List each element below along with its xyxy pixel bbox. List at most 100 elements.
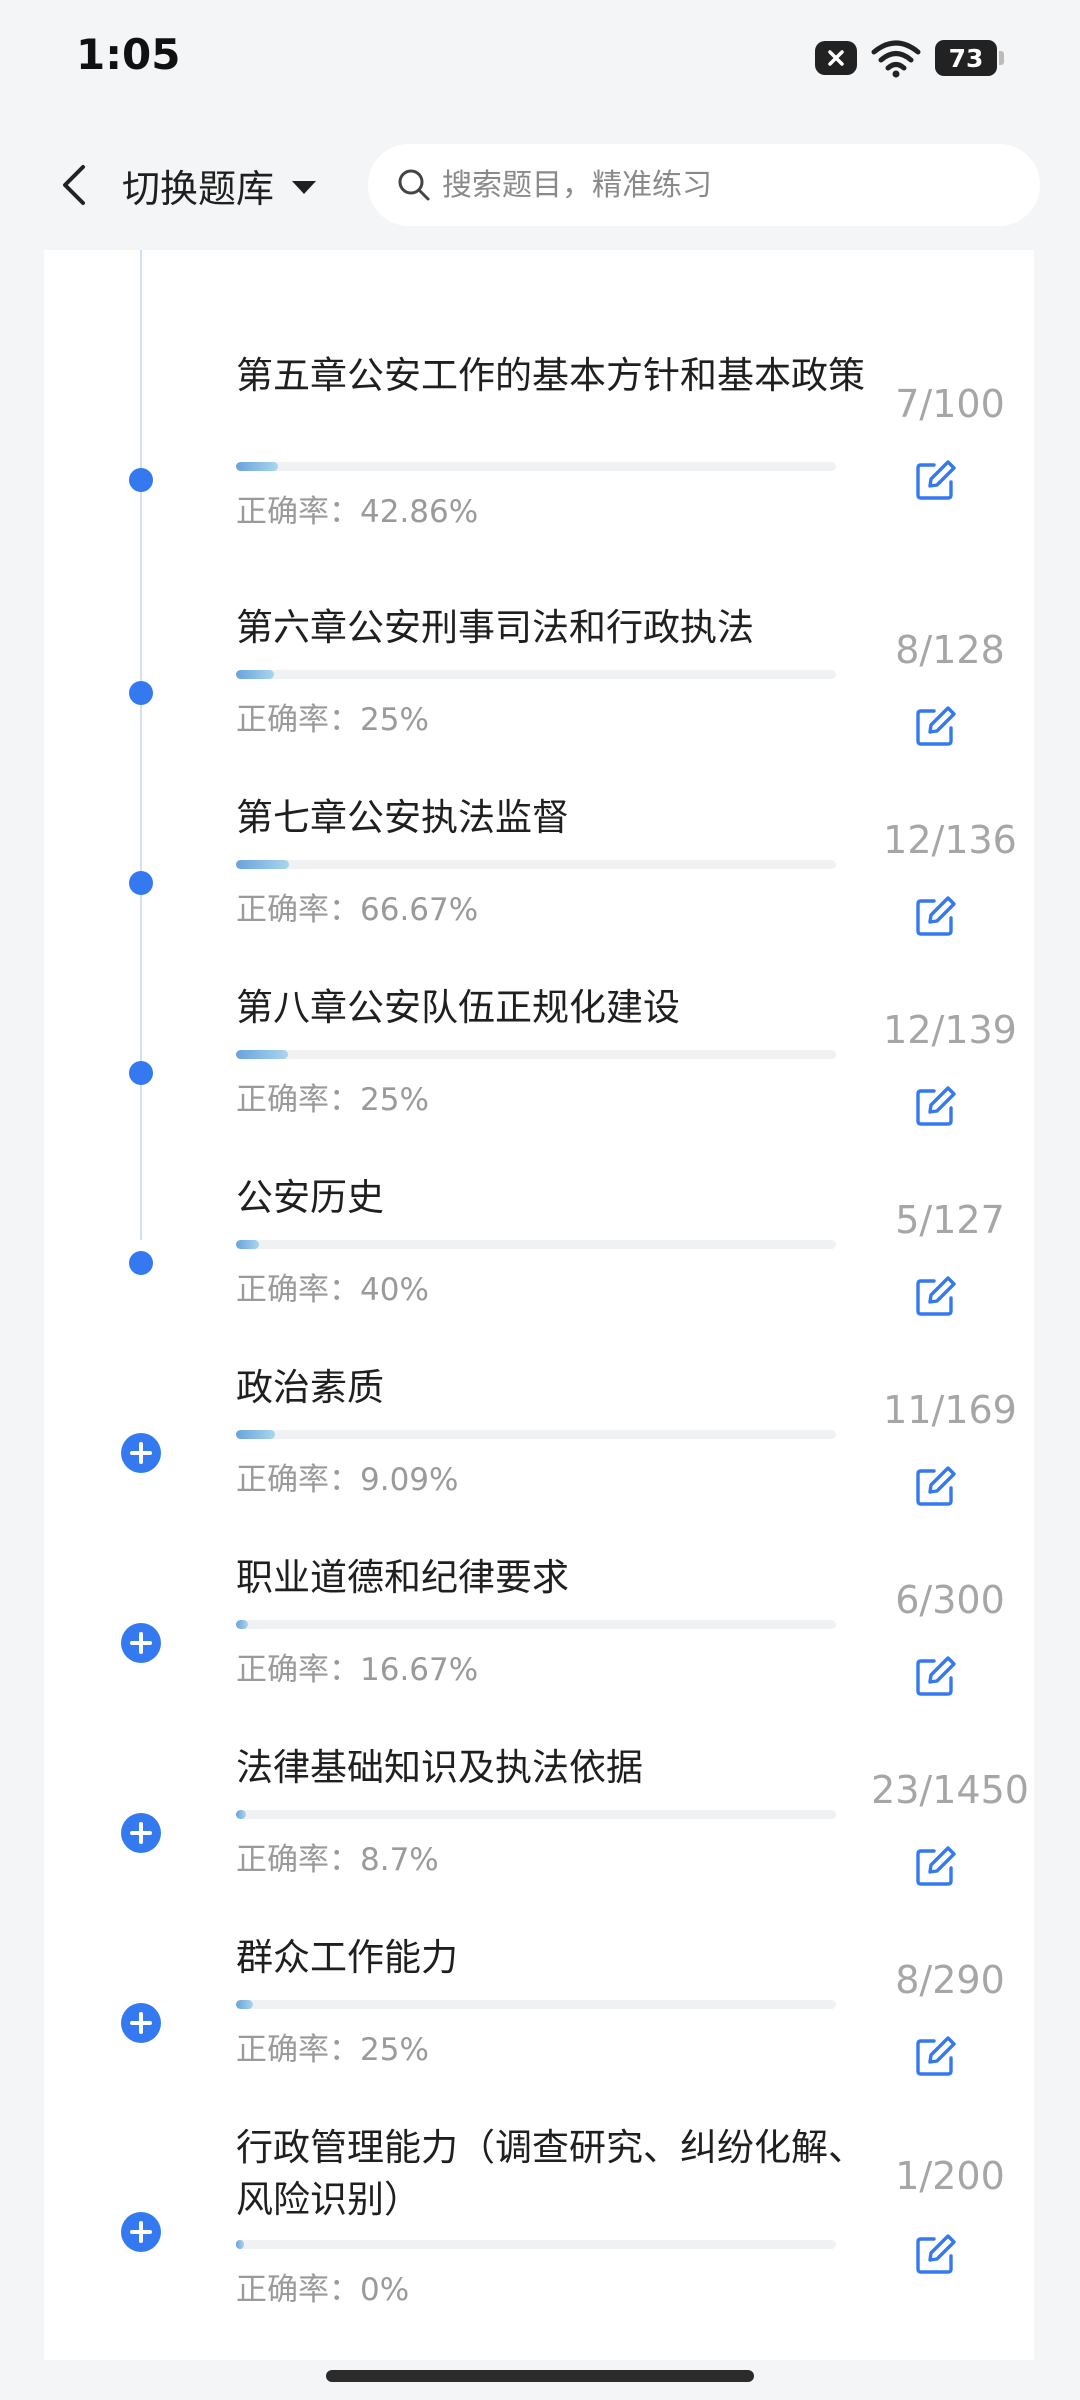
chapter-row[interactable]: 职业道德和纪律要求 正确率：16.67% 6/300	[44, 1552, 1034, 1732]
chapter-title: 公安历史	[236, 1176, 384, 1219]
edit-icon[interactable]	[912, 1084, 958, 1130]
chapter-row[interactable]: 群众工作能力 正确率：25% 8/290	[44, 1932, 1034, 2112]
progress-bar	[236, 1430, 836, 1439]
chapter-title: 第五章公安工作的基本方针和基本政策	[236, 354, 865, 397]
switch-question-bank-button[interactable]: 切换题库	[122, 156, 317, 214]
progress-fill	[236, 1240, 260, 1249]
edit-icon[interactable]	[912, 1844, 958, 1890]
chapter-row[interactable]: 公安历史 正确率：40% 5/127	[44, 1172, 1034, 1352]
progress-fill	[236, 462, 278, 471]
progress-bar	[236, 1050, 836, 1059]
chapter-row[interactable]: 法律基础知识及执法依据 正确率：8.7% 23/1450	[44, 1742, 1034, 1922]
question-count: 12/139	[883, 1008, 1017, 1052]
question-count: 7/100	[895, 382, 1005, 426]
switch-question-bank-label: 切换题库	[122, 166, 275, 211]
chapter-row[interactable]: 第五章公安工作的基本方针和基本政策 正确率：42.86% 7/100	[44, 350, 1034, 530]
accuracy-label: 正确率：	[236, 892, 360, 928]
edit-icon[interactable]	[912, 704, 958, 750]
edit-icon[interactable]	[912, 1654, 958, 1700]
progress-bar	[236, 670, 836, 679]
wifi-icon	[871, 40, 921, 78]
battery-cap	[999, 51, 1004, 65]
status-icons: 73	[815, 38, 1004, 78]
expand-plus-icon[interactable]	[121, 1623, 161, 1663]
progress-fill	[236, 2240, 244, 2249]
chapter-row[interactable]: 第七章公安执法监督 正确率：66.67% 12/136	[44, 792, 1034, 972]
edit-icon[interactable]	[912, 2232, 958, 2278]
search-icon	[398, 169, 430, 201]
accuracy-text: 正确率：66.67%	[236, 884, 478, 929]
status-bar: 1:05 73	[0, 0, 1080, 120]
accuracy-text: 正确率：42.86%	[236, 486, 478, 531]
timeline-dot	[129, 1251, 153, 1275]
progress-fill	[236, 670, 274, 679]
edit-icon[interactable]	[912, 1274, 958, 1320]
chapter-title: 第七章公安执法监督	[236, 796, 569, 839]
progress-bar	[236, 1240, 836, 1249]
progress-bar	[236, 2000, 836, 2009]
expand-plus-icon[interactable]	[121, 2003, 161, 2043]
accuracy-value: 25%	[360, 702, 429, 738]
progress-bar	[236, 462, 836, 471]
edit-icon[interactable]	[912, 894, 958, 940]
progress-fill	[236, 1430, 275, 1439]
status-time: 1:05	[76, 30, 181, 79]
chapter-title: 职业道德和纪律要求	[236, 1556, 569, 1599]
chapter-row[interactable]: 第六章公安刑事司法和行政执法正确率：25% 8/128	[44, 602, 1034, 782]
accuracy-value: 9.09%	[360, 1462, 459, 1498]
chapter-title: 群众工作能力	[236, 1936, 458, 1979]
chapter-title: 政治素质	[236, 1366, 384, 1409]
chapter-row[interactable]: 政治素质 正确率：9.09% 11/169	[44, 1362, 1034, 1542]
expand-plus-icon[interactable]	[121, 1433, 161, 1473]
accuracy-label: 正确率：	[236, 494, 360, 530]
back-button[interactable]	[42, 153, 106, 217]
chapter-title: 第八章公安队伍正规化建设	[236, 986, 680, 1029]
accuracy-label: 正确率：	[236, 1272, 360, 1308]
notification-close-icon	[815, 41, 857, 75]
search-box[interactable]	[368, 144, 1040, 226]
question-count: 1/200	[895, 2154, 1005, 2198]
timeline-dot	[129, 681, 153, 705]
chapter-title: 法律基础知识及执法依据	[236, 1746, 643, 1789]
accuracy-label: 正确率：	[236, 1082, 360, 1118]
accuracy-text: 正确率：8.7%	[236, 1834, 439, 1879]
accuracy-label: 正确率：	[236, 1842, 360, 1878]
accuracy-value: 8.7%	[360, 1842, 439, 1878]
edit-icon[interactable]	[912, 1464, 958, 1510]
progress-fill	[236, 860, 289, 869]
accuracy-value: 0%	[360, 2272, 410, 2308]
accuracy-text: 正确率：9.09%	[236, 1454, 458, 1499]
accuracy-value: 42.86%	[360, 494, 479, 530]
accuracy-label: 正确率：	[236, 702, 360, 738]
progress-fill	[236, 2000, 253, 2009]
header: 切换题库	[0, 120, 1080, 250]
accuracy-text: 正确率：25%	[236, 1074, 429, 1119]
accuracy-value: 25%	[360, 1082, 429, 1118]
accuracy-label: 正确率：	[236, 2272, 360, 2308]
accuracy-value: 40%	[360, 1272, 429, 1308]
progress-bar	[236, 1620, 836, 1629]
chapter-row[interactable]: 行政管理能力（调查研究、纠纷化解、风险识别） 正确率：0% 1/200	[44, 2122, 1034, 2308]
timeline-dot	[129, 468, 153, 492]
question-count: 8/128	[895, 628, 1005, 672]
progress-bar	[236, 860, 836, 869]
accuracy-text: 正确率：16.67%	[236, 1644, 478, 1689]
accuracy-value: 66.67%	[360, 892, 479, 928]
progress-bar	[236, 2240, 836, 2249]
progress-fill	[236, 1050, 288, 1059]
accuracy-text: 正确率：40%	[236, 1264, 429, 1309]
home-indicator[interactable]	[326, 2370, 754, 2382]
chevron-left-icon	[63, 165, 85, 205]
progress-fill	[236, 1620, 248, 1629]
search-input[interactable]	[440, 166, 1004, 204]
chapter-row[interactable]: 第八章公安队伍正规化建设 正确率：25% 12/139	[44, 982, 1034, 1162]
accuracy-label: 正确率：	[236, 1462, 360, 1498]
chapter-title: 第六章公安刑事司法和行政执法	[236, 606, 754, 649]
accuracy-text: 正确率：25%	[236, 2024, 429, 2069]
expand-plus-icon[interactable]	[121, 2212, 161, 2252]
edit-icon[interactable]	[912, 2034, 958, 2080]
expand-plus-icon[interactable]	[121, 1813, 161, 1853]
chapter-title: 行政管理能力（调查研究、纠纷化解、风险识别）	[236, 2126, 865, 2221]
edit-icon[interactable]	[912, 458, 958, 504]
accuracy-label: 正确率：	[236, 1652, 360, 1688]
